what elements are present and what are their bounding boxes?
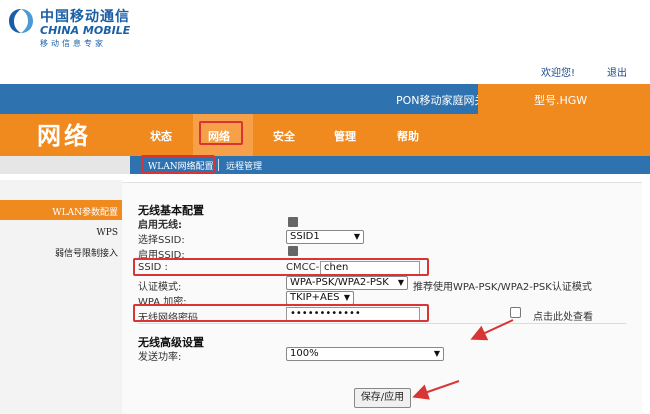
chevron-down-icon: ▼ xyxy=(343,293,350,302)
auth-mode-select[interactable]: WPA-PSK/WPA2-PSK ▼ xyxy=(286,276,408,290)
wpa-encryption-value: TKIP+AES xyxy=(290,292,340,303)
page-title: 网络 xyxy=(37,122,91,150)
enable-ssid-checkbox[interactable] xyxy=(288,246,298,256)
show-password-checkbox[interactable] xyxy=(510,307,521,318)
sidebar-item-wps[interactable]: WPS xyxy=(97,228,118,238)
product-name: PON移动家庭网关 xyxy=(396,94,486,107)
subtab-divider xyxy=(218,159,219,171)
nav-item-network[interactable]: 网络 xyxy=(208,128,230,144)
auth-mode-hint: 推荐使用WPA-PSK/WPA2-PSK认证模式 xyxy=(413,282,592,293)
transmit-power-label: 发送功率: xyxy=(138,352,182,363)
nav-bar xyxy=(0,114,650,156)
chevron-down-icon: ▼ xyxy=(433,349,440,358)
model-label: 型号.HGW xyxy=(534,94,588,107)
enable-wireless-checkbox[interactable] xyxy=(288,217,298,227)
save-apply-button[interactable]: 保存/应用 xyxy=(354,388,411,408)
ssid-select-value: SSID1 xyxy=(290,231,320,242)
annotation-box-ssid xyxy=(133,258,429,276)
china-mobile-logo-icon xyxy=(9,9,33,33)
wpa-encryption-select[interactable]: TKIP+AES ▼ xyxy=(286,291,354,305)
chevron-down-icon: ▼ xyxy=(397,278,404,287)
nav-item-management[interactable]: 管理 xyxy=(334,128,356,144)
nav-item-security[interactable]: 安全 xyxy=(273,128,295,144)
welcome-text: 欢迎您! xyxy=(541,68,576,79)
auth-mode-label: 认证模式: xyxy=(138,282,182,293)
logo-cn-text: 中国移动通信 xyxy=(40,9,130,25)
transmit-power-select[interactable]: 100% ▼ xyxy=(286,347,444,361)
annotation-box-subtab xyxy=(141,155,215,173)
auth-mode-value: WPA-PSK/WPA2-PSK xyxy=(290,277,389,288)
show-password-label: 点击此处查看 xyxy=(533,312,593,323)
logo-en-text: CHINA MOBILE xyxy=(40,24,131,37)
choose-ssid-label: 选择SSID: xyxy=(138,235,185,246)
section-divider xyxy=(138,323,626,324)
chevron-down-icon: ▼ xyxy=(353,232,360,241)
logout-link[interactable]: 退出 xyxy=(607,64,627,79)
enable-wireless-label: 启用无线: xyxy=(138,220,182,231)
logo-slogan: 移动信息专家 xyxy=(40,39,106,48)
nav-item-status[interactable]: 状态 xyxy=(150,128,172,144)
subtab-remote-management[interactable]: 远程管理 xyxy=(226,159,262,172)
transmit-power-value: 100% xyxy=(290,348,319,359)
subnav-spacer xyxy=(0,156,130,174)
nav-item-help[interactable]: 帮助 xyxy=(397,128,419,144)
sidebar-item-wlan-params[interactable]: WLAN参数配置 xyxy=(52,205,118,218)
sidebar-item-weak-signal[interactable]: 弱信号限制接入 xyxy=(55,246,118,259)
annotation-box-password xyxy=(133,304,429,322)
ssid-select[interactable]: SSID1 ▼ xyxy=(286,230,364,244)
